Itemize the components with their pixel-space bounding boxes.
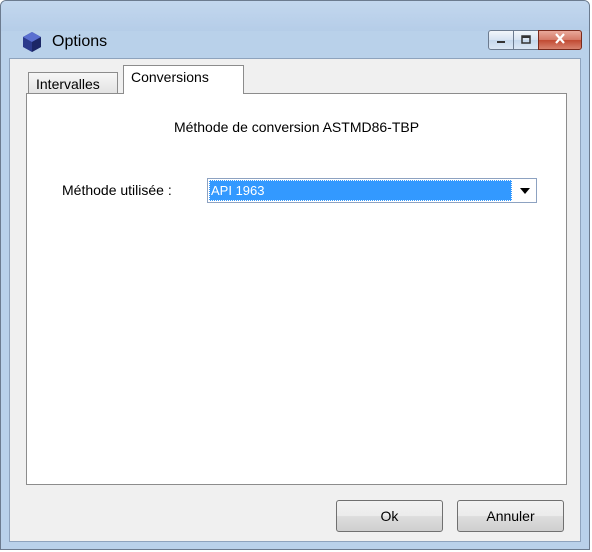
conversions-panel: Méthode de conversion ASTMD86-TBP Méthod… bbox=[26, 93, 567, 485]
app-logo-icon bbox=[21, 31, 43, 58]
method-select-value: API 1963 bbox=[209, 180, 512, 201]
chevron-down-icon[interactable] bbox=[520, 188, 530, 194]
tab-intervalles[interactable]: Intervalles bbox=[28, 72, 118, 94]
close-button[interactable] bbox=[538, 30, 582, 50]
minimize-button[interactable] bbox=[488, 30, 514, 50]
maximize-icon bbox=[521, 31, 531, 49]
tab-label: Conversions bbox=[131, 69, 209, 85]
section-title: Méthode de conversion ASTMD86-TBP bbox=[173, 119, 420, 135]
method-select[interactable]: API 1963 bbox=[207, 178, 537, 203]
minimize-icon bbox=[496, 31, 506, 49]
ok-button[interactable]: Ok bbox=[336, 500, 443, 532]
window-title: Options bbox=[52, 33, 108, 50]
method-label: Méthode utilisée : bbox=[62, 182, 172, 198]
close-icon bbox=[554, 31, 566, 49]
title-bar[interactable] bbox=[1, 1, 589, 31]
caption-buttons bbox=[488, 30, 582, 50]
tab-label: Intervalles bbox=[36, 75, 100, 92]
tab-conversions[interactable]: Conversions bbox=[123, 65, 244, 94]
cancel-button[interactable]: Annuler bbox=[457, 500, 564, 532]
dialog-client-area: Intervalles Conversions Méthode de conve… bbox=[9, 58, 581, 542]
maximize-button[interactable] bbox=[513, 30, 539, 50]
